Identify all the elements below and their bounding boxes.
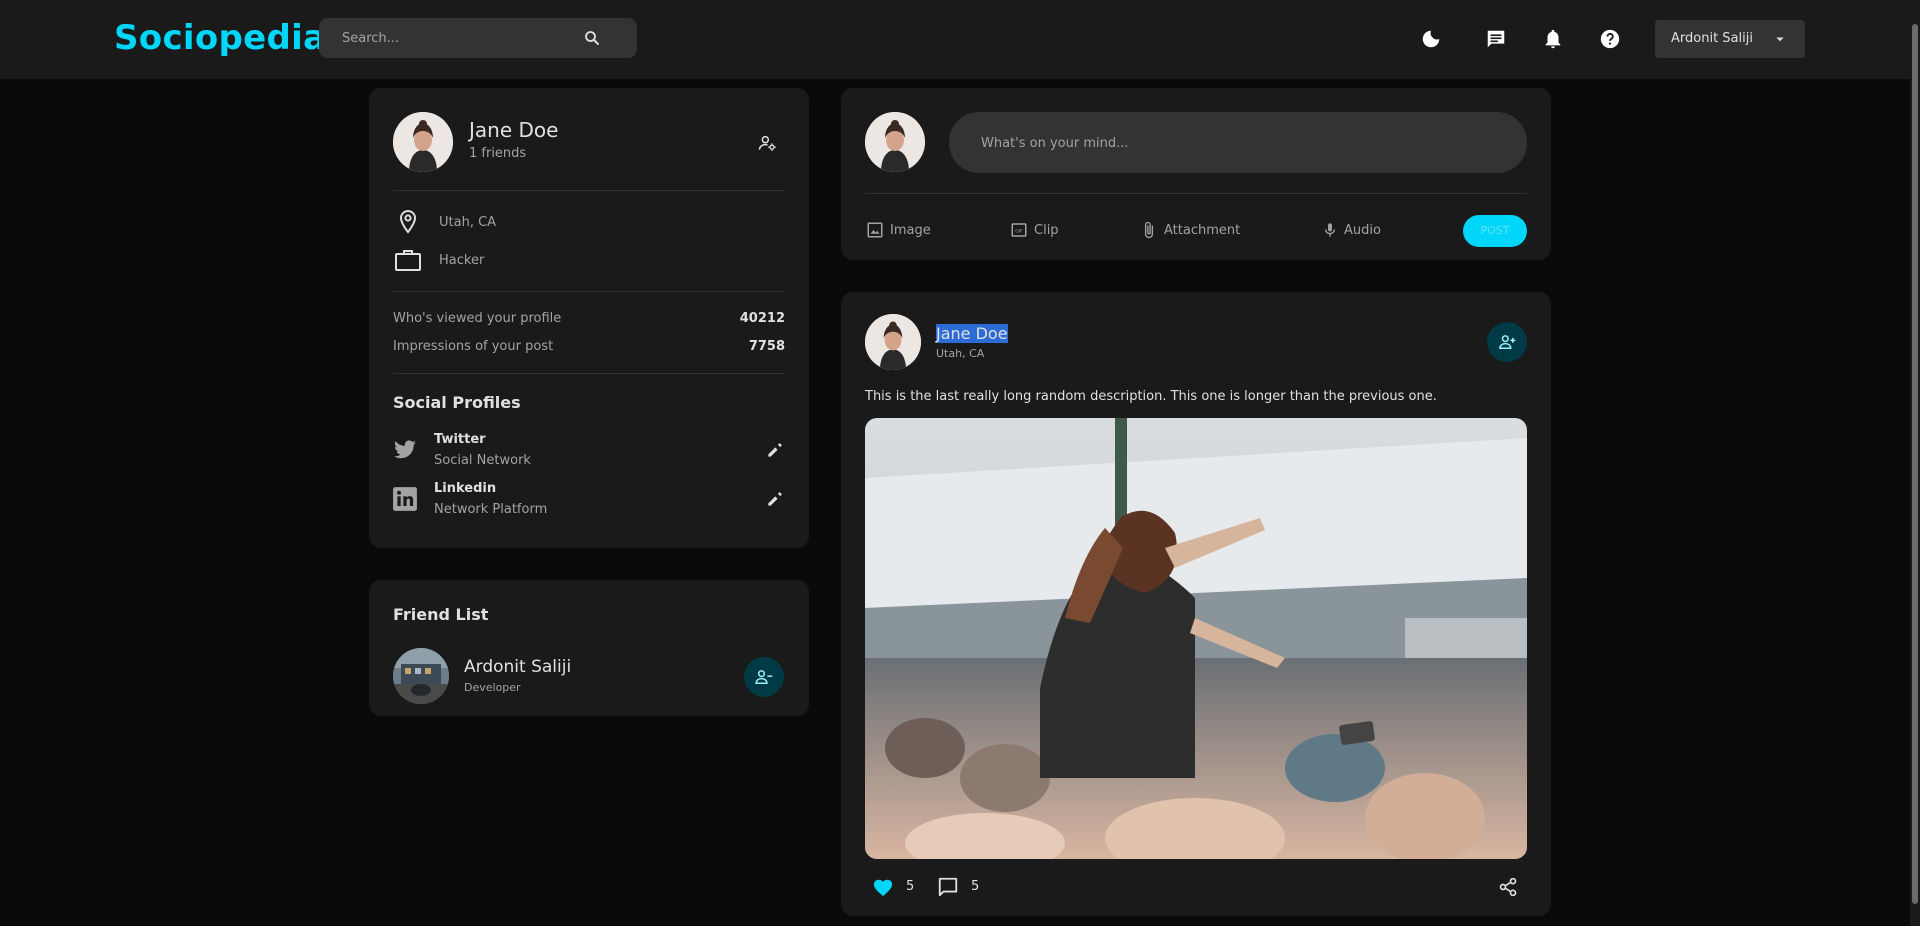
post-input[interactable] (981, 134, 1481, 152)
post-input-wrapper (949, 112, 1527, 173)
divider (393, 291, 785, 292)
social-name: Linkedin (434, 481, 497, 496)
comment-count: 5 (971, 879, 980, 894)
friend-name[interactable]: Ardonit Saliji (464, 657, 571, 677)
search-icon[interactable] (583, 29, 601, 47)
social-desc: Social Network (434, 453, 531, 468)
dark-mode-icon[interactable] (1420, 28, 1442, 50)
help-icon[interactable] (1599, 28, 1621, 50)
stat-value: 40212 (739, 311, 785, 326)
add-friend-button[interactable] (1487, 322, 1527, 362)
profile-occupation: Hacker (439, 253, 485, 268)
search-input[interactable] (342, 30, 562, 46)
audio-tool[interactable]: Audio (1322, 219, 1381, 241)
divider (865, 193, 1527, 194)
manage-accounts-icon[interactable] (757, 133, 777, 153)
divider (393, 373, 785, 374)
linkedin-icon (392, 486, 418, 512)
comment-icon[interactable] (937, 876, 959, 898)
divider (393, 190, 785, 191)
mic-icon (1325, 223, 1335, 237)
friend-list-title: Friend List (393, 605, 489, 624)
attachment-tool[interactable]: Attachment (1140, 219, 1240, 241)
friend-occupation: Developer (464, 681, 521, 694)
tool-label: Image (890, 222, 931, 238)
location-icon (396, 209, 420, 235)
user-dropdown[interactable]: Ardonit Saliji (1655, 20, 1805, 58)
person-add-icon (1499, 335, 1516, 349)
tool-label: Clip (1034, 222, 1059, 238)
user-name: Ardonit Saliji (1671, 31, 1753, 46)
post-author-name[interactable]: Jane Doe (936, 324, 1008, 343)
stat-value: 7758 (748, 339, 785, 354)
social-desc: Network Platform (434, 502, 548, 517)
profile-avatar[interactable] (393, 112, 453, 172)
scrollbar-track[interactable] (1910, 0, 1920, 926)
tool-label: Attachment (1164, 222, 1241, 238)
remove-friend-button[interactable] (744, 657, 784, 697)
work-icon (394, 248, 422, 272)
clip-tool[interactable]: GIF Clip (1010, 219, 1059, 241)
scrollbar-thumb[interactable] (1912, 24, 1918, 904)
social-profiles-title: Social Profiles (393, 393, 521, 412)
image-icon (867, 222, 883, 238)
post-image[interactable] (865, 418, 1527, 859)
top-navbar: Sociopedia Ardonit Saliji (0, 0, 1920, 79)
gif-icon: GIF (1011, 223, 1027, 237)
attachment-icon (1144, 221, 1154, 239)
like-icon[interactable] (872, 877, 894, 897)
friends-count: 1 friends (469, 146, 527, 161)
edit-icon[interactable] (765, 489, 785, 509)
svg-text:GIF: GIF (1015, 228, 1023, 234)
edit-icon[interactable] (765, 440, 785, 460)
image-tool[interactable]: Image (866, 219, 931, 241)
friend-avatar[interactable] (393, 648, 449, 704)
message-icon[interactable] (1485, 28, 1507, 50)
post-author-avatar[interactable] (865, 314, 921, 370)
app-logo[interactable]: Sociopedia (114, 18, 326, 58)
post-location: Utah, CA (936, 347, 985, 360)
social-name: Twitter (434, 432, 486, 447)
twitter-icon (392, 438, 418, 462)
share-icon[interactable] (1498, 877, 1518, 897)
stat-label: Who's viewed your profile (393, 311, 562, 326)
profile-location: Utah, CA (439, 215, 497, 230)
stat-label: Impressions of your post (393, 339, 554, 354)
profile-name[interactable]: Jane Doe (469, 118, 558, 142)
person-remove-icon (755, 670, 773, 684)
like-count: 5 (906, 879, 915, 894)
post-description: This is the last really long random desc… (865, 389, 1437, 404)
composer-avatar (865, 112, 925, 172)
caret-down-icon (1771, 30, 1789, 48)
notifications-icon[interactable] (1542, 28, 1564, 50)
tool-label: Audio (1344, 222, 1381, 238)
post-button[interactable]: POST (1463, 215, 1527, 247)
